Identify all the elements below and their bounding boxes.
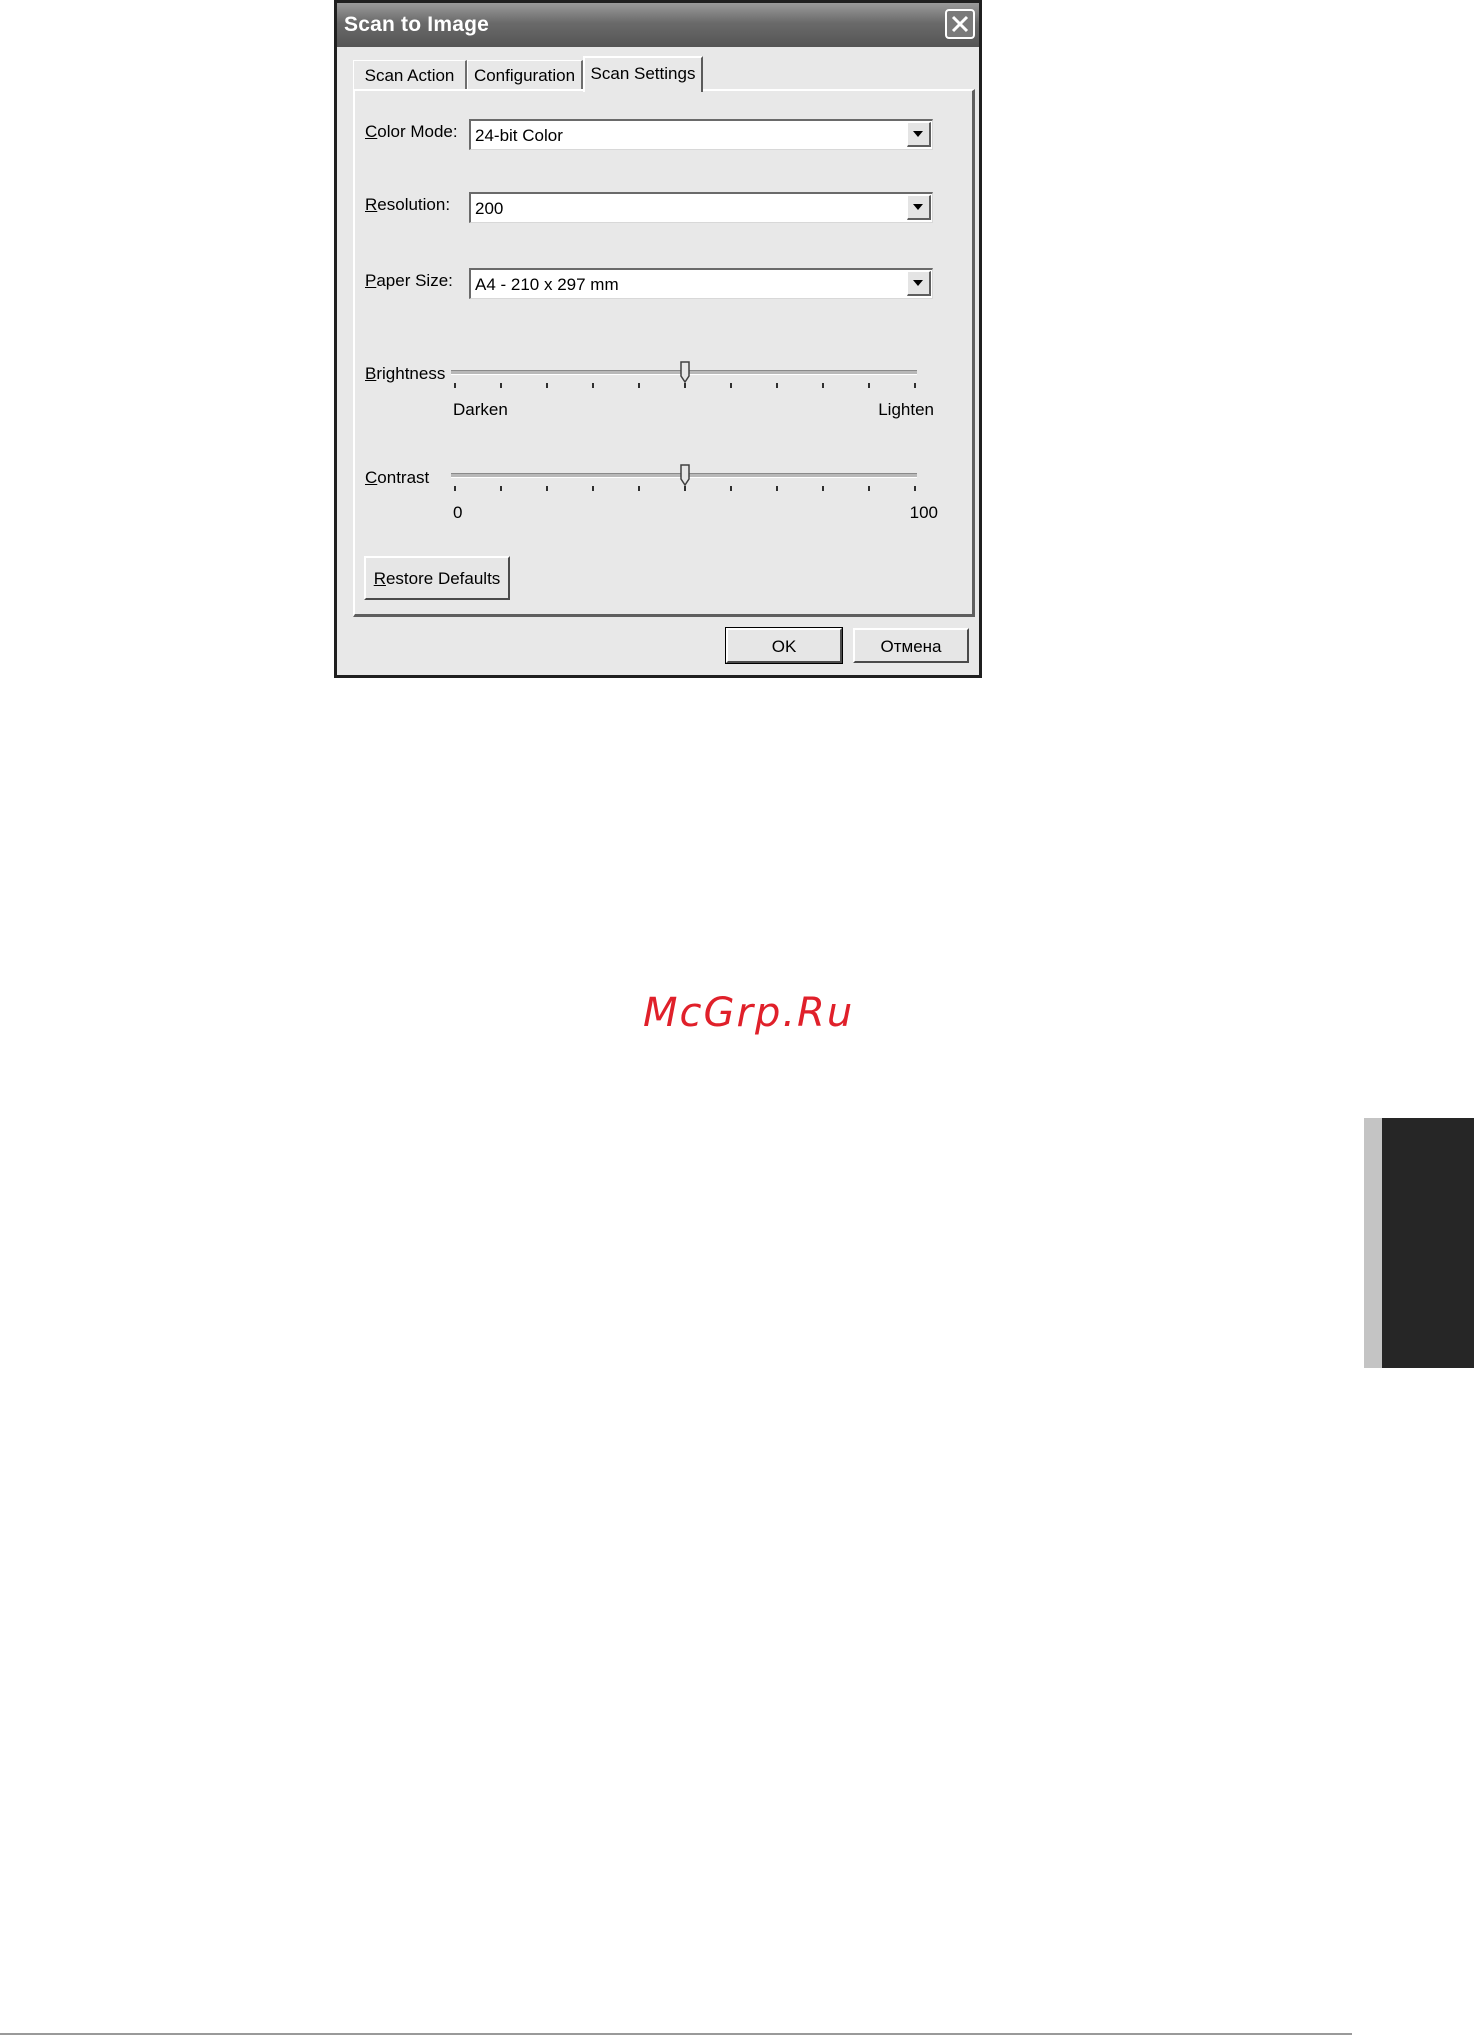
resolution-value: 200 [475, 199, 504, 218]
color-mode-dropdown-button[interactable] [907, 122, 931, 147]
slider-tick [684, 383, 686, 388]
chevron-down-icon [913, 280, 923, 286]
watermark-text: McGrp.Ru [643, 990, 855, 1036]
tab-scan-settings[interactable]: Scan Settings [583, 56, 703, 92]
cancel-button[interactable]: Отмена [853, 628, 969, 663]
scan-settings-panel: Color Mode: 24-bit Color Resolution: 200 [353, 89, 975, 617]
color-mode-value: 24-bit Color [475, 126, 563, 145]
color-mode-label: Color Mode: [365, 122, 458, 141]
brightness-max-label: Lighten [878, 400, 934, 419]
slider-tick [684, 486, 686, 491]
slider-tick [592, 383, 594, 388]
slider-tick [638, 383, 640, 388]
resolution-label: Resolution: [365, 195, 451, 214]
slider-tick [730, 486, 732, 491]
footer-divider [0, 2033, 1352, 2035]
slider-tick [592, 486, 594, 491]
slider-tick [454, 486, 456, 491]
brightness-slider[interactable] [451, 361, 917, 410]
brightness-label: Brightness [365, 364, 446, 383]
close-button[interactable] [945, 9, 975, 39]
paper-size-select[interactable]: A4 - 210 x 297 mm [469, 268, 933, 299]
slider-tick [454, 383, 456, 388]
tab-scan-action[interactable]: Scan Action [353, 60, 467, 90]
contrast-min-label: 0 [453, 503, 463, 522]
tab-label: Configuration [473, 66, 576, 85]
contrast-slider[interactable] [451, 464, 917, 513]
slider-tick [914, 383, 916, 388]
window-title: Scan to Image [344, 13, 489, 36]
resolution-select[interactable]: 200 [469, 192, 933, 223]
slider-tick [822, 486, 824, 491]
paper-size-value: A4 - 210 x 297 mm [475, 275, 619, 294]
close-x-icon [951, 15, 969, 33]
slider-tick [638, 486, 640, 491]
slider-thumb[interactable] [680, 361, 690, 383]
slider-tick [914, 486, 916, 491]
slider-thumb[interactable] [680, 464, 690, 486]
slider-tick [546, 383, 548, 388]
tab-label: Scan Settings [590, 64, 696, 83]
side-chapter-tab [1382, 1118, 1474, 1368]
slider-tick [822, 383, 824, 388]
brightness-min-label: Darken [453, 400, 508, 419]
ok-button[interactable]: OK [725, 627, 843, 664]
tab-configuration[interactable]: Configuration [467, 60, 583, 90]
slider-tick [868, 486, 870, 491]
scan-to-image-dialog: Scan to Image Scan Action Configuration … [334, 0, 982, 678]
slider-tick [730, 383, 732, 388]
paper-size-dropdown-button[interactable] [907, 271, 931, 296]
dialog-body: Scan to Image Scan Action Configuration … [337, 3, 979, 675]
title-bar[interactable]: Scan to Image [337, 3, 979, 47]
slider-tick [776, 486, 778, 491]
slider-tick [546, 486, 548, 491]
slider-tick [500, 486, 502, 491]
tab-label: Scan Action [364, 66, 455, 85]
slider-tick [500, 383, 502, 388]
restore-defaults-button[interactable]: Restore Defaults [364, 556, 510, 600]
contrast-max-label: 100 [909, 503, 938, 522]
slider-tick [868, 383, 870, 388]
resolution-dropdown-button[interactable] [907, 195, 931, 220]
chevron-down-icon [913, 204, 923, 210]
side-tab-shadow [1364, 1118, 1384, 1368]
chevron-down-icon [913, 131, 923, 137]
slider-tick [776, 383, 778, 388]
paper-size-label: Paper Size: [365, 271, 453, 290]
color-mode-select[interactable]: 24-bit Color [469, 119, 933, 150]
contrast-label: Contrast [365, 468, 430, 487]
